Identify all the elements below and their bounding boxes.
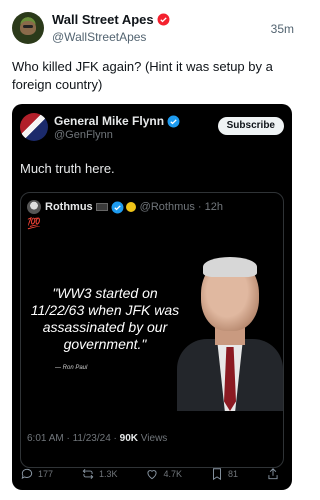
outer-name-row: Wall Street Apes (52, 12, 170, 27)
avatar[interactable] (20, 113, 48, 141)
tweet-meta: 6:01 AM · 11/23/24 · 90K Views (27, 433, 167, 444)
bookmark-icon (213, 468, 221, 481)
ape-face-graphic (20, 21, 36, 35)
display-name[interactable]: Rothmus (45, 201, 93, 213)
post-timestamp[interactable]: 6:01 AM · 11/23/24 · (27, 433, 117, 444)
flag-icon (95, 203, 108, 211)
views-label: Views (140, 433, 168, 444)
handle[interactable]: @WallStreetApes (52, 30, 146, 44)
hair-graphic (203, 257, 257, 277)
reply-icon (21, 468, 33, 479)
display-name[interactable]: General Mike Flynn (54, 114, 164, 128)
share-icon (268, 468, 278, 480)
handle[interactable]: @GenFlynn (54, 129, 113, 141)
handle[interactable]: @Rothmus · 12h (140, 201, 223, 213)
views-count: 90K (119, 433, 139, 444)
like-button[interactable]: 4.7K (145, 467, 182, 481)
tweet-text: Who killed JFK again? (Hint it was setup… (12, 59, 273, 92)
share-button[interactable] (266, 467, 284, 481)
repost-count: 1.3K (99, 469, 118, 479)
quoted-tweet-text: Much truth here. (20, 161, 115, 176)
heart-icon (147, 470, 158, 480)
repost-button[interactable]: 1.3K (81, 467, 118, 481)
like-count: 4.7K (163, 469, 182, 479)
avatar[interactable] (12, 12, 44, 44)
ape-eyes-graphic (23, 25, 33, 28)
verified-blue-badge-icon (111, 201, 124, 213)
subscribe-button[interactable]: Subscribe (217, 117, 284, 135)
quoted-tweet-card[interactable]: General Mike Flynn @GenFlynn Subscribe M… (12, 104, 292, 490)
bookmark-button[interactable]: 81 (210, 467, 238, 481)
repost-icon (82, 469, 94, 479)
action-bar: 177 1.3K 4.7K 81 (20, 466, 284, 482)
verified-red-badge-icon (157, 13, 170, 26)
inner-quote-header: Rothmus @Rothmus · 12h (27, 200, 223, 214)
quoted-tweet-header: General Mike Flynn @GenFlynn Subscribe (20, 113, 284, 143)
avatar[interactable] (27, 200, 41, 214)
image-quote-text: "WW3 started on 11/22/63 when JFK was as… (30, 285, 180, 352)
quoted-name-row: General Mike Flynn (54, 114, 180, 128)
reply-button[interactable]: 177 (20, 467, 53, 481)
timestamp[interactable]: 35m (271, 22, 294, 36)
portrait-photo (177, 251, 283, 411)
quote-image[interactable]: "WW3 started on 11/22/63 when JFK was as… (21, 233, 283, 411)
display-name[interactable]: Wall Street Apes (52, 12, 154, 27)
outer-tweet-header: Wall Street Apes @WallStreetApes 35m (12, 12, 294, 48)
bookmark-count: 81 (227, 469, 238, 479)
reply-count: 177 (38, 469, 54, 479)
hundred-points-emoji: 💯 (27, 218, 41, 230)
gold-badge-icon (125, 202, 136, 212)
verified-blue-badge-icon (167, 115, 180, 127)
image-quote-attribution: — Ron Paul (55, 365, 88, 371)
inner-quoted-tweet[interactable]: Rothmus @Rothmus · 12h 💯 "WW3 started on… (20, 192, 284, 468)
